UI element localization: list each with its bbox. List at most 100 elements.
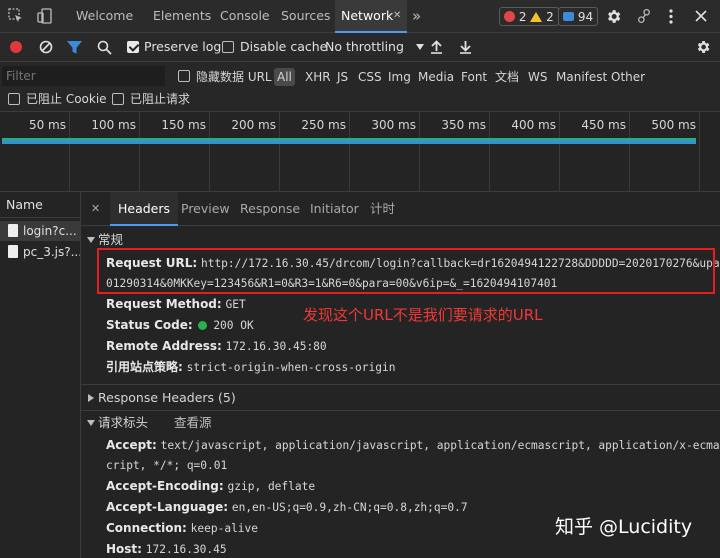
chevron-down-icon (415, 44, 424, 50)
filter-type-doc[interactable]: 文档 (495, 68, 519, 86)
preserve-log-checkbox[interactable] (127, 41, 139, 53)
status-code-label: Status Code: (106, 318, 193, 332)
close-tab-icon[interactable]: ✕ (393, 0, 401, 32)
clear-icon[interactable] (39, 40, 53, 54)
referrer-policy-row: 引用站点策略: strict-origin-when-cross-origin (106, 357, 395, 377)
blocked-cookies-label: 已阻止 Cookie (26, 92, 107, 106)
filter-type-all[interactable]: All (274, 68, 295, 86)
annotation-text: 发现这个URL不是我们要请求的URL (303, 306, 543, 324)
referrer-policy-label: 引用站点策略: (106, 360, 183, 374)
import-har-icon[interactable] (430, 40, 443, 54)
request-name: pc_3.js?... (23, 245, 80, 259)
accept-row: Accept: text/javascript, application/jav… (106, 435, 720, 455)
filter-input[interactable] (2, 66, 165, 86)
timeline-tick-label: 250 ms (301, 118, 346, 132)
filter-type-manifest[interactable]: Manifest (556, 68, 607, 86)
throttling-select[interactable]: No throttling (325, 33, 424, 61)
tab-initiator[interactable]: Initiator (310, 192, 359, 225)
accept-language-value: en,en-US;q=0.9,zh-CN;q=0.8,zh;q=0.7 (231, 501, 468, 514)
network-settings-icon[interactable] (695, 39, 711, 55)
blocked-cookies-checkbox[interactable] (8, 93, 20, 105)
request-row[interactable]: pc_3.js?... (0, 242, 80, 262)
filter-type-js[interactable]: JS (337, 68, 348, 86)
tab-timing[interactable]: 计时 (370, 192, 395, 225)
timeline-download-bar (2, 141, 696, 144)
filter-type-xhr[interactable]: XHR (305, 68, 331, 86)
filter-type-other[interactable]: Other (611, 68, 645, 86)
timeline-tick: 400 ms (490, 112, 560, 192)
close-details-icon[interactable]: ✕ (91, 192, 100, 225)
filter-type-ws[interactable]: WS (528, 68, 547, 86)
request-list: Name login?c... pc_3.js?... (0, 192, 81, 558)
response-headers-section-header[interactable]: Response Headers (5) (81, 385, 720, 411)
tab-console[interactable]: Console (220, 0, 270, 32)
device-toolbar-icon[interactable] (37, 8, 53, 24)
accept-language-row: Accept-Language: en,en-US;q=0.9,zh-CN;q=… (106, 497, 468, 517)
tab-preview[interactable]: Preview (181, 192, 230, 225)
record-icon[interactable] (10, 41, 22, 53)
close-devtools-icon[interactable] (695, 10, 707, 22)
file-icon (8, 224, 18, 237)
throttling-value: No throttling (325, 39, 404, 54)
status-code-value: 200 OK (213, 319, 254, 332)
message-count: 94 (577, 10, 594, 24)
accept-value-line1: text/javascript, application/javascript,… (160, 439, 720, 452)
tab-sources[interactable]: Sources (281, 0, 330, 32)
request-name: login?c... (23, 224, 77, 238)
request-details-panel: ✕ Headers Preview Response Initiator 计时 … (81, 192, 720, 558)
timeline-tick-label: 400 ms (511, 118, 556, 132)
connection-value: keep-alive (190, 522, 259, 535)
name-column-header[interactable]: Name (0, 192, 80, 218)
timeline-tick: 300 ms (350, 112, 420, 192)
tab-elements[interactable]: Elements (153, 0, 211, 32)
export-har-icon[interactable] (459, 40, 472, 54)
accept-language-label: Accept-Language: (106, 500, 229, 514)
messages-counter[interactable]: 94 (558, 7, 599, 26)
timeline-tick-label: 200 ms (231, 118, 276, 132)
settings-gear-icon[interactable] (605, 8, 622, 25)
warning-count: 2 (546, 10, 554, 24)
highlight-box (97, 248, 715, 294)
filter-icon[interactable] (67, 40, 82, 55)
tab-welcome[interactable]: Welcome (76, 0, 133, 32)
tab-network[interactable]: Network ✕ (335, 0, 407, 33)
tab-network-label: Network (341, 8, 394, 23)
accept-encoding-value: gzip, deflate (227, 480, 316, 493)
search-icon[interactable] (97, 40, 112, 55)
timeline-tick: 50 ms (0, 112, 70, 192)
more-tabs-icon[interactable]: » (412, 0, 421, 32)
request-headers-section-header[interactable]: 请求标头 查看源 (81, 410, 720, 436)
more-options-icon[interactable] (667, 8, 675, 25)
accept-value-line2: cript, */*; q=0.01 (106, 459, 228, 472)
filter-type-media[interactable]: Media (418, 68, 454, 86)
issues-counter[interactable]: 2 2 (499, 7, 559, 26)
hide-data-urls-checkbox[interactable] (178, 70, 190, 82)
filter-type-font[interactable]: Font (461, 68, 487, 86)
response-headers-title: Response Headers (5) (98, 390, 236, 405)
watermark: 知乎 @Lucidity (555, 516, 693, 538)
tab-response[interactable]: Response (240, 192, 300, 225)
filter-type-img[interactable]: Img (388, 68, 411, 86)
remote-address-value: 172.16.30.45:80 (225, 340, 327, 353)
disable-cache-label: Disable cache (240, 39, 328, 54)
host-label: Host: (106, 542, 142, 556)
view-source-link[interactable]: 查看源 (174, 410, 212, 436)
host-row: Host: 172.16.30.45 (106, 539, 227, 558)
request-headers-title: 请求标头 (98, 415, 149, 430)
remote-devices-icon[interactable] (636, 8, 653, 25)
tab-headers[interactable]: Headers (110, 192, 179, 226)
request-row[interactable]: login?c... (0, 221, 80, 241)
preserve-log-label: Preserve log (144, 39, 222, 54)
timeline-tick: 150 ms (140, 112, 210, 192)
timeline-tick-label: 150 ms (161, 118, 206, 132)
status-ok-dot-icon (198, 321, 208, 330)
filter-type-css[interactable]: CSS (358, 68, 382, 86)
timeline-tick-label: 350 ms (441, 118, 486, 132)
network-timeline-overview[interactable]: 50 ms 100 ms 150 ms 200 ms 250 ms 300 ms… (0, 112, 720, 192)
network-toolbar: Preserve log Disable cache No throttling (0, 33, 720, 62)
disable-cache-checkbox[interactable] (222, 41, 234, 53)
blocked-requests-checkbox[interactable] (112, 93, 124, 105)
remote-address-row: Remote Address: 172.16.30.45:80 (106, 336, 327, 356)
inspect-element-icon[interactable] (8, 8, 24, 24)
blocked-requests-label: 已阻止请求 (130, 92, 191, 106)
